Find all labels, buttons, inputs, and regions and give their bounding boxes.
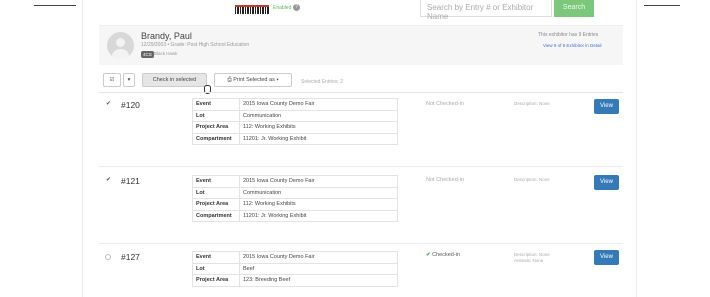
search-input[interactable]: Search by Entry # or Exhibitor Name: [420, 0, 552, 21]
selected-count: Selected Entries: 2: [301, 79, 343, 85]
detail-key: Lot: [192, 109, 240, 122]
entry-checkbox[interactable]: ✔: [105, 101, 112, 108]
exhibitor-name: Brandy, Paul: [141, 31, 192, 41]
entry-number: #120: [121, 100, 140, 110]
checkin-status-label: Checked-in: [432, 252, 460, 258]
detail-value: 2015 Iowa County Demo Fair: [239, 175, 398, 188]
divider: [99, 92, 623, 93]
entry-description: Description: None: [514, 101, 550, 106]
top-rule-right: [644, 5, 680, 6]
detail-key: Event: [192, 98, 240, 111]
animals-line: Animals: None: [514, 258, 544, 263]
detail-key: Project Area: [192, 198, 240, 211]
avatar: [107, 32, 134, 59]
top-rule-left: [34, 5, 76, 6]
entry-number: #121: [121, 176, 140, 186]
detail-value: 112: Working Exhibits: [239, 198, 398, 211]
print-selected-button[interactable]: ⎙ Print Selected as ▾: [214, 73, 292, 87]
detail-value: Communication: [239, 109, 398, 122]
detail-key: Project Area: [192, 274, 240, 287]
detail-key: Event: [192, 251, 240, 264]
detail-key: Lot: [192, 262, 240, 275]
entry-description: Description: None: [514, 177, 550, 182]
detail-value: Communication: [239, 186, 398, 199]
detail-value: 123: Breeding Beef: [239, 274, 398, 287]
detail-value: 112: Working Exhibits: [239, 121, 398, 134]
view-button[interactable]: View: [594, 250, 619, 265]
select-checkbox-dropdown[interactable]: ☑: [103, 73, 121, 87]
detail-key: Project Area: [192, 121, 240, 134]
chevron-down-icon[interactable]: ▾: [123, 73, 135, 87]
club-name: Black Hawk: [154, 51, 178, 56]
divider: [99, 243, 623, 244]
view-button[interactable]: View: [594, 175, 619, 190]
entry-checkbox[interactable]: [105, 254, 111, 260]
enabled-status: Enabled: [273, 5, 292, 11]
detail-key: Event: [192, 175, 240, 188]
entry-checkbox[interactable]: ✔: [105, 177, 112, 184]
exhibitor-panel: Enabled ? Search by Entry # or Exhibitor…: [82, 0, 637, 297]
exhibitor-info: 12/29/2003 • Grade: Post High School Edu…: [141, 42, 250, 48]
print-selected-label: Print Selected as: [233, 77, 275, 83]
entry-details: Event 2015 Iowa County Demo Fair Lot Commu…: [192, 98, 398, 145]
detail-key: Compartment: [192, 209, 240, 222]
club-badge: 4CS: [141, 51, 154, 58]
view-all-link[interactable]: View 9 of 9 Exhibitor in Detail: [543, 43, 601, 48]
checkin-status: ✔ Checked-in: [426, 252, 460, 258]
divider: [99, 166, 623, 167]
detail-value: 11201: Jr. Working Exhibit: [239, 132, 398, 145]
detail-value: Beef: [239, 262, 398, 275]
entry-details: Event 2015 Iowa County Demo Fair Lot Commu…: [192, 175, 398, 222]
checkin-status: Not Checked-in: [426, 101, 464, 107]
detail-value: 11201: Jr. Working Exhibit: [239, 209, 398, 222]
entry-details: Event 2015 Iowa County Demo Fair Lot Beef …: [192, 251, 398, 287]
detail-value: 2015 Iowa County Demo Fair: [239, 98, 398, 111]
barcode-icon: [235, 5, 269, 14]
detail-key: Lot: [192, 186, 240, 199]
view-button[interactable]: View: [594, 99, 619, 114]
entry-description: Description: None Animals: None: [514, 252, 550, 264]
detail-value: 2015 Iowa County Demo Fair: [239, 251, 398, 264]
entries-count: This exhibitor has 9 Entries: [538, 32, 599, 38]
entry-number: #127: [121, 252, 140, 262]
checkin-status: Not Checked-in: [426, 177, 464, 183]
search-button[interactable]: Search: [554, 0, 594, 17]
check-in-selected-button[interactable]: Check in selected: [142, 73, 207, 87]
question-icon[interactable]: ?: [293, 4, 300, 11]
detail-key: Compartment: [192, 132, 240, 145]
